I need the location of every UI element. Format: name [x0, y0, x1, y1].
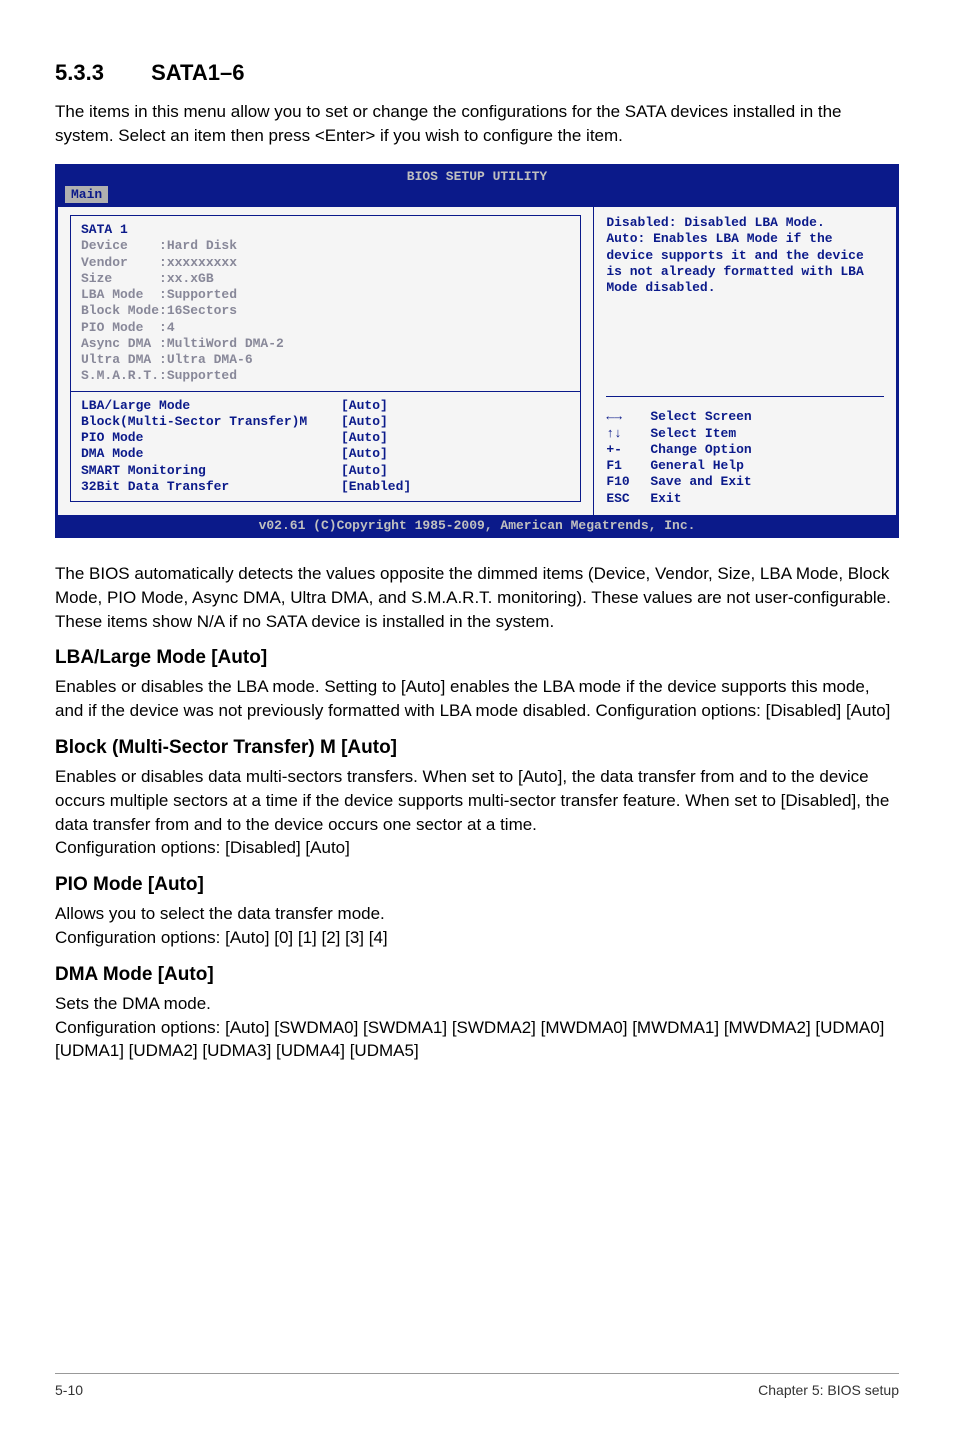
- bios-nav-action: Exit: [650, 491, 681, 507]
- bios-nav-key-row: ↑↓Select Item: [606, 426, 884, 442]
- bios-option-label: DMA Mode: [81, 446, 341, 462]
- bios-option-label: 32Bit Data Transfer: [81, 479, 341, 495]
- bios-screenshot: BIOS SETUP UTILITY Main SATA 1 Device :H…: [55, 164, 899, 539]
- bios-nav-key-row: ←→Select Screen: [606, 409, 884, 425]
- bios-option-row[interactable]: PIO Mode[Auto]: [81, 430, 570, 446]
- subsection-text: Enables or disables the LBA mode. Settin…: [55, 675, 899, 723]
- page-number: 5-10: [55, 1382, 83, 1398]
- subsection-heading: PIO Mode [Auto]: [55, 874, 899, 896]
- chapter-label: Chapter 5: BIOS setup: [758, 1382, 899, 1398]
- subsection-text: Allows you to select the data transfer m…: [55, 902, 899, 950]
- bios-info-row: Block Mode:16Sectors: [81, 303, 570, 319]
- bios-nav-key: F10: [606, 474, 650, 490]
- bios-tab-bar: Main: [57, 185, 897, 206]
- bios-option-label: Block(Multi-Sector Transfer)M: [81, 414, 341, 430]
- bios-nav-key: F1: [606, 458, 650, 474]
- intro-paragraph: The items in this menu allow you to set …: [55, 100, 899, 148]
- bios-option-label: PIO Mode: [81, 430, 341, 446]
- bios-left-panel: SATA 1 Device :Hard DiskVendor :xxxxxxxx…: [58, 207, 594, 515]
- bios-option-label: SMART Monitoring: [81, 463, 341, 479]
- bios-nav-action: General Help: [650, 458, 744, 474]
- bios-nav-key-row: F1General Help: [606, 458, 884, 474]
- bios-right-panel: Disabled: Disabled LBA Mode. Auto: Enabl…: [594, 207, 896, 515]
- bios-nav-key: ←→: [606, 409, 650, 425]
- section-title: SATA1–6: [151, 60, 244, 85]
- bios-option-value: [Auto]: [341, 414, 388, 430]
- bios-info-row: Device :Hard Disk: [81, 238, 570, 254]
- bios-option-row[interactable]: LBA/Large Mode[Auto]: [81, 398, 570, 414]
- subsection-text: Sets the DMA mode. Configuration options…: [55, 992, 899, 1063]
- bios-nav-action: Save and Exit: [650, 474, 751, 490]
- bios-help-text: Disabled: Disabled LBA Mode. Auto: Enabl…: [606, 215, 884, 296]
- bios-option-row[interactable]: DMA Mode[Auto]: [81, 446, 570, 462]
- post-bios-paragraph: The BIOS automatically detects the value…: [55, 562, 899, 633]
- bios-info-row: LBA Mode :Supported: [81, 287, 570, 303]
- subsection-heading: LBA/Large Mode [Auto]: [55, 647, 899, 669]
- bios-sata-header: SATA 1: [81, 222, 570, 238]
- bios-nav-action: Select Item: [650, 426, 736, 442]
- bios-option-value: [Enabled]: [341, 479, 411, 495]
- bios-info-row: Ultra DMA :Ultra DMA-6: [81, 352, 570, 368]
- bios-info-row: PIO Mode :4: [81, 320, 570, 336]
- bios-option-row[interactable]: Block(Multi-Sector Transfer)M[Auto]: [81, 414, 570, 430]
- bios-option-value: [Auto]: [341, 446, 388, 462]
- bios-tab-main[interactable]: Main: [65, 186, 108, 203]
- subsection-text: Enables or disables data multi-sectors t…: [55, 765, 899, 860]
- subsection-heading: DMA Mode [Auto]: [55, 964, 899, 986]
- bios-nav-key-row: F10Save and Exit: [606, 474, 884, 490]
- bios-info-row: Size :xx.xGB: [81, 271, 570, 287]
- bios-title: BIOS SETUP UTILITY: [57, 166, 897, 185]
- bios-info-row: Vendor :xxxxxxxxx: [81, 255, 570, 271]
- bios-option-label: LBA/Large Mode: [81, 398, 341, 414]
- section-heading: 5.3.3 SATA1–6: [55, 60, 899, 86]
- subsection-heading: Block (Multi-Sector Transfer) M [Auto]: [55, 737, 899, 759]
- section-number: 5.3.3: [55, 60, 145, 86]
- bios-copyright: v02.61 (C)Copyright 1985-2009, American …: [57, 516, 897, 536]
- bios-nav-action: Select Screen: [650, 409, 751, 425]
- bios-option-value: [Auto]: [341, 398, 388, 414]
- bios-info-row: Async DMA :MultiWord DMA-2: [81, 336, 570, 352]
- bios-option-value: [Auto]: [341, 430, 388, 446]
- bios-nav-key: ESC: [606, 491, 650, 507]
- page-footer: 5-10 Chapter 5: BIOS setup: [55, 1373, 899, 1398]
- bios-nav-action: Change Option: [650, 442, 751, 458]
- bios-option-row[interactable]: 32Bit Data Transfer[Enabled]: [81, 479, 570, 495]
- bios-nav-key-row: +-Change Option: [606, 442, 884, 458]
- bios-option-value: [Auto]: [341, 463, 388, 479]
- bios-nav-key: +-: [606, 442, 650, 458]
- bios-nav-key: ↑↓: [606, 426, 650, 442]
- bios-nav-key-row: ESCExit: [606, 491, 884, 507]
- bios-option-row[interactable]: SMART Monitoring[Auto]: [81, 463, 570, 479]
- bios-info-row: S.M.A.R.T.:Supported: [81, 368, 570, 384]
